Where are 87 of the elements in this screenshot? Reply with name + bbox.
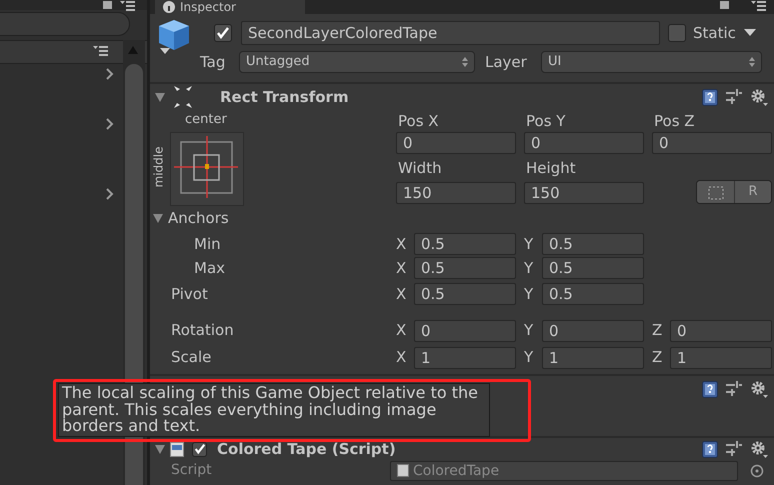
menu-icon[interactable]: [751, 0, 766, 11]
field-label: Pos X: [397, 111, 440, 132]
axis-label: Z: [652, 347, 664, 368]
gear-icon[interactable]: [750, 380, 768, 398]
chevron-right-icon[interactable]: [106, 118, 114, 130]
component-title: Colored Tape (Script): [217, 438, 396, 460]
target-icon[interactable]: [750, 464, 764, 478]
field-label: Pos Z: [653, 111, 696, 132]
foldout-arrow-icon[interactable]: [152, 212, 164, 224]
info-icon: [163, 1, 175, 13]
field-label: Script: [171, 461, 213, 480]
number-field[interactable]: 150: [524, 182, 644, 204]
number-field[interactable]: 0: [670, 320, 772, 342]
axis-label: Y: [524, 347, 534, 368]
name-field[interactable]: SecondLayerColoredTape: [241, 21, 660, 45]
number-field[interactable]: 150: [396, 182, 516, 204]
axis-label: X: [396, 234, 408, 255]
number-field[interactable]: 0.5: [414, 257, 516, 279]
dropdown-caret-icon[interactable]: [744, 29, 756, 37]
lock-icon: [103, 0, 112, 9]
gear-icon[interactable]: [750, 88, 768, 106]
menu-icon[interactable]: [93, 45, 108, 56]
axis-label: Y: [524, 284, 534, 305]
field-label: Min: [193, 234, 222, 255]
anchor-horizontal-label: center: [185, 111, 227, 129]
anchor-vertical-label: middle: [150, 146, 166, 188]
number-field[interactable]: 1: [670, 346, 772, 368]
chevron-right-icon[interactable]: [106, 188, 114, 200]
axis-label: X: [396, 347, 408, 368]
help-icon[interactable]: [702, 380, 718, 398]
axis-label: X: [396, 258, 408, 279]
field-label: Rotation: [170, 320, 235, 341]
script-icon: [397, 464, 409, 477]
tag-dropdown[interactable]: Untagged: [239, 51, 475, 73]
raw-edit-button[interactable]: R: [734, 181, 771, 203]
active-checkbox[interactable]: [214, 24, 232, 42]
number-field[interactable]: 0.5: [414, 283, 516, 305]
axis-label: Z: [652, 320, 664, 342]
axis-label: Y: [524, 258, 534, 279]
sliders-icon[interactable]: [726, 381, 742, 397]
axis-label: Y: [524, 320, 534, 342]
number-field[interactable]: 0: [396, 132, 516, 154]
search-field[interactable]: [0, 12, 130, 36]
foldout-arrow-icon[interactable]: [154, 91, 166, 103]
number-field[interactable]: 1: [414, 346, 516, 368]
cube-icon: [156, 18, 192, 56]
field-label: Scale: [170, 347, 212, 368]
axis-label: X: [396, 320, 408, 342]
gear-icon[interactable]: [750, 440, 768, 458]
lock-icon: [720, 0, 729, 9]
static-checkbox[interactable]: [668, 24, 686, 42]
component-title: Rect Transform: [220, 86, 349, 108]
number-field[interactable]: 0: [652, 132, 772, 154]
sliders-icon[interactable]: [726, 89, 742, 105]
layer-dropdown[interactable]: UI: [541, 51, 762, 73]
component-enabled-checkbox[interactable]: [192, 442, 207, 456]
field-label: Width: [397, 158, 443, 179]
field-label: Pivot: [170, 284, 209, 305]
foldout-arrow-icon[interactable]: [154, 443, 166, 455]
field-label: Pos Y: [525, 111, 566, 132]
help-icon[interactable]: [702, 88, 718, 106]
sliders-icon[interactable]: [726, 441, 742, 457]
updown-arrows-icon: [462, 57, 468, 67]
inspector-tab[interactable]: Inspector: [155, 0, 305, 14]
help-icon[interactable]: [702, 440, 718, 458]
axis-label: X: [396, 284, 408, 305]
anchor-preset-button[interactable]: [170, 132, 244, 206]
number-field[interactable]: 0.5: [542, 257, 644, 279]
number-field[interactable]: 0.5: [414, 233, 516, 255]
number-field[interactable]: 0.5: [542, 233, 644, 255]
menu-icon[interactable]: [120, 0, 135, 11]
number-field[interactable]: 0: [524, 132, 644, 154]
field-label: Max: [193, 258, 226, 279]
anchors-label: Anchors: [168, 208, 229, 229]
updown-arrows-icon: [749, 57, 755, 67]
chevron-right-icon[interactable]: [106, 68, 114, 80]
number-field[interactable]: 0: [414, 320, 516, 342]
number-field[interactable]: 1: [542, 346, 644, 368]
field-label: Height: [525, 158, 577, 179]
tooltip: The local scaling of this Game Object relative to the parent. This scales everything including image borders and text.: [58, 383, 490, 436]
layer-label: Layer: [485, 52, 528, 73]
script-icon: [170, 442, 184, 456]
number-field[interactable]: 0: [542, 320, 644, 342]
tag-label: Tag: [200, 52, 226, 73]
number-field[interactable]: 0.5: [542, 283, 644, 305]
static-label: Static: [693, 22, 736, 44]
axis-label: Y: [524, 234, 534, 255]
